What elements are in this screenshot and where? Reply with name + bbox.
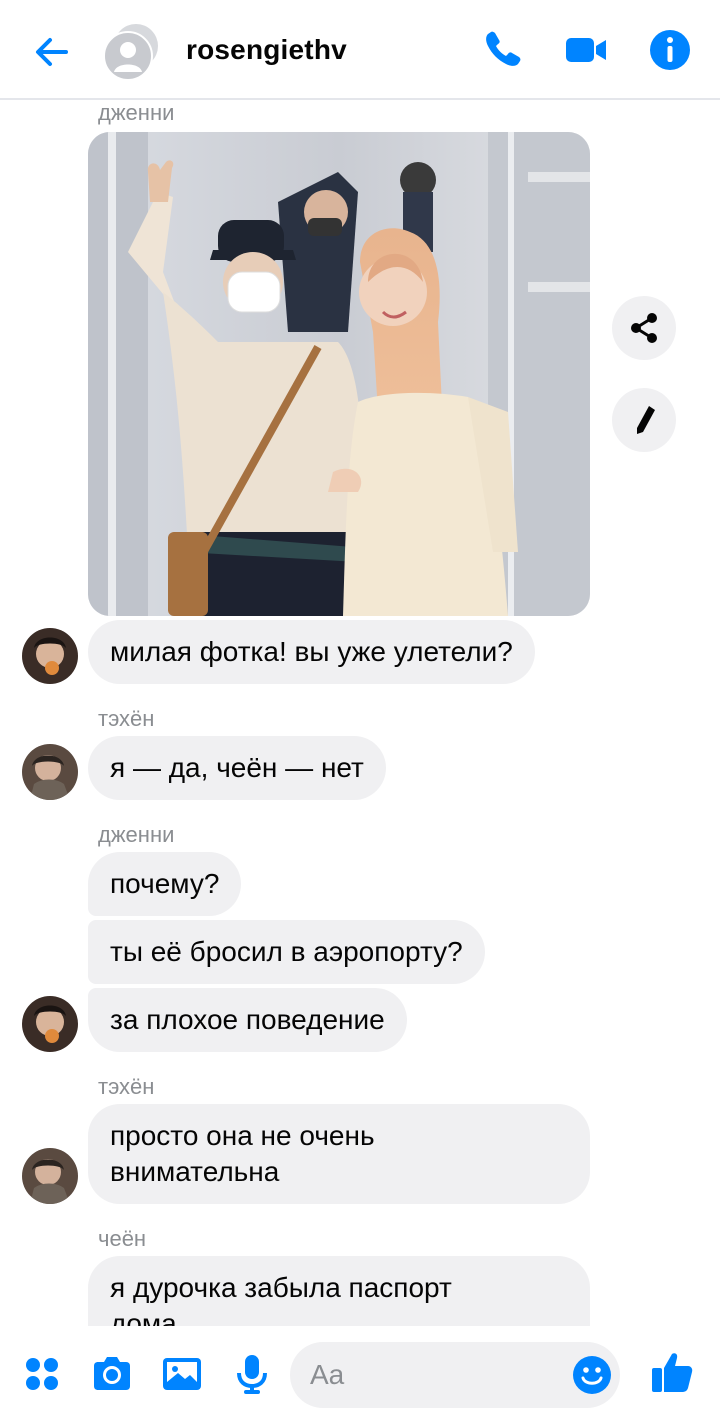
edit-button[interactable] (612, 388, 676, 452)
message-text: дома (110, 1308, 177, 1326)
message-thread[interactable]: дженни милая фотка! вы уже улетели? тэхё… (0, 100, 720, 1326)
sender-avatar[interactable] (22, 628, 78, 684)
info-icon[interactable] (648, 28, 692, 72)
share-icon (631, 313, 657, 343)
sender-avatar[interactable] (22, 1148, 78, 1204)
sender-label: тэхён (98, 1074, 155, 1099)
emoji-icon[interactable] (572, 1355, 612, 1395)
share-button[interactable] (612, 296, 676, 360)
message-text: ты её бросил в аэропорту? (110, 936, 463, 967)
message-composer (0, 1326, 720, 1424)
message-text: просто она не очень (110, 1120, 375, 1151)
contact-avatar[interactable] (104, 24, 160, 80)
camera-icon[interactable] (90, 1352, 134, 1396)
video-camera-icon[interactable] (564, 28, 608, 72)
message-bubble[interactable]: почему? (88, 852, 242, 916)
message-text: почему? (110, 868, 220, 899)
sender-label: тэхён (98, 706, 155, 731)
message-bubble[interactable]: милая фотка! вы уже улетели? (88, 620, 535, 684)
message-text: я — да, чеён — нет (110, 752, 364, 783)
message-bubble[interactable]: ты её бросил в аэропорту? (88, 920, 485, 984)
sender-label: чеён (98, 1226, 147, 1251)
shared-photo[interactable] (88, 132, 590, 616)
thumbs-up-icon[interactable] (650, 1350, 694, 1394)
back-arrow-icon[interactable] (30, 30, 74, 74)
message-bubble[interactable]: я дурочка забыла паспорт дома (88, 1256, 590, 1326)
sender-label: дженни (98, 822, 175, 847)
message-bubble[interactable]: я — да, чеён — нет (88, 736, 386, 800)
message-text: внимательна (110, 1156, 280, 1187)
message-input-wrapper[interactable] (290, 1342, 620, 1408)
sender-label: дженни (98, 100, 175, 125)
more-actions-icon[interactable] (20, 1352, 64, 1396)
message-text: я дурочка забыла паспорт (110, 1272, 452, 1303)
contact-name[interactable]: rosengiethv (186, 34, 347, 66)
message-text: милая фотка! вы уже улетели? (110, 636, 513, 667)
sender-avatar[interactable] (22, 744, 78, 800)
microphone-icon[interactable] (230, 1352, 274, 1396)
gallery-icon[interactable] (160, 1352, 204, 1396)
message-bubble[interactable]: за плохое поведение (88, 988, 407, 1052)
message-input[interactable] (310, 1354, 560, 1396)
message-text: за плохое поведение (110, 1004, 385, 1035)
sender-avatar[interactable] (22, 996, 78, 1052)
conversation-header: rosengiethv (0, 0, 720, 100)
phone-icon[interactable] (480, 28, 524, 72)
message-bubble[interactable]: просто она не очень внимательна (88, 1104, 590, 1204)
pencil-icon (637, 406, 655, 434)
